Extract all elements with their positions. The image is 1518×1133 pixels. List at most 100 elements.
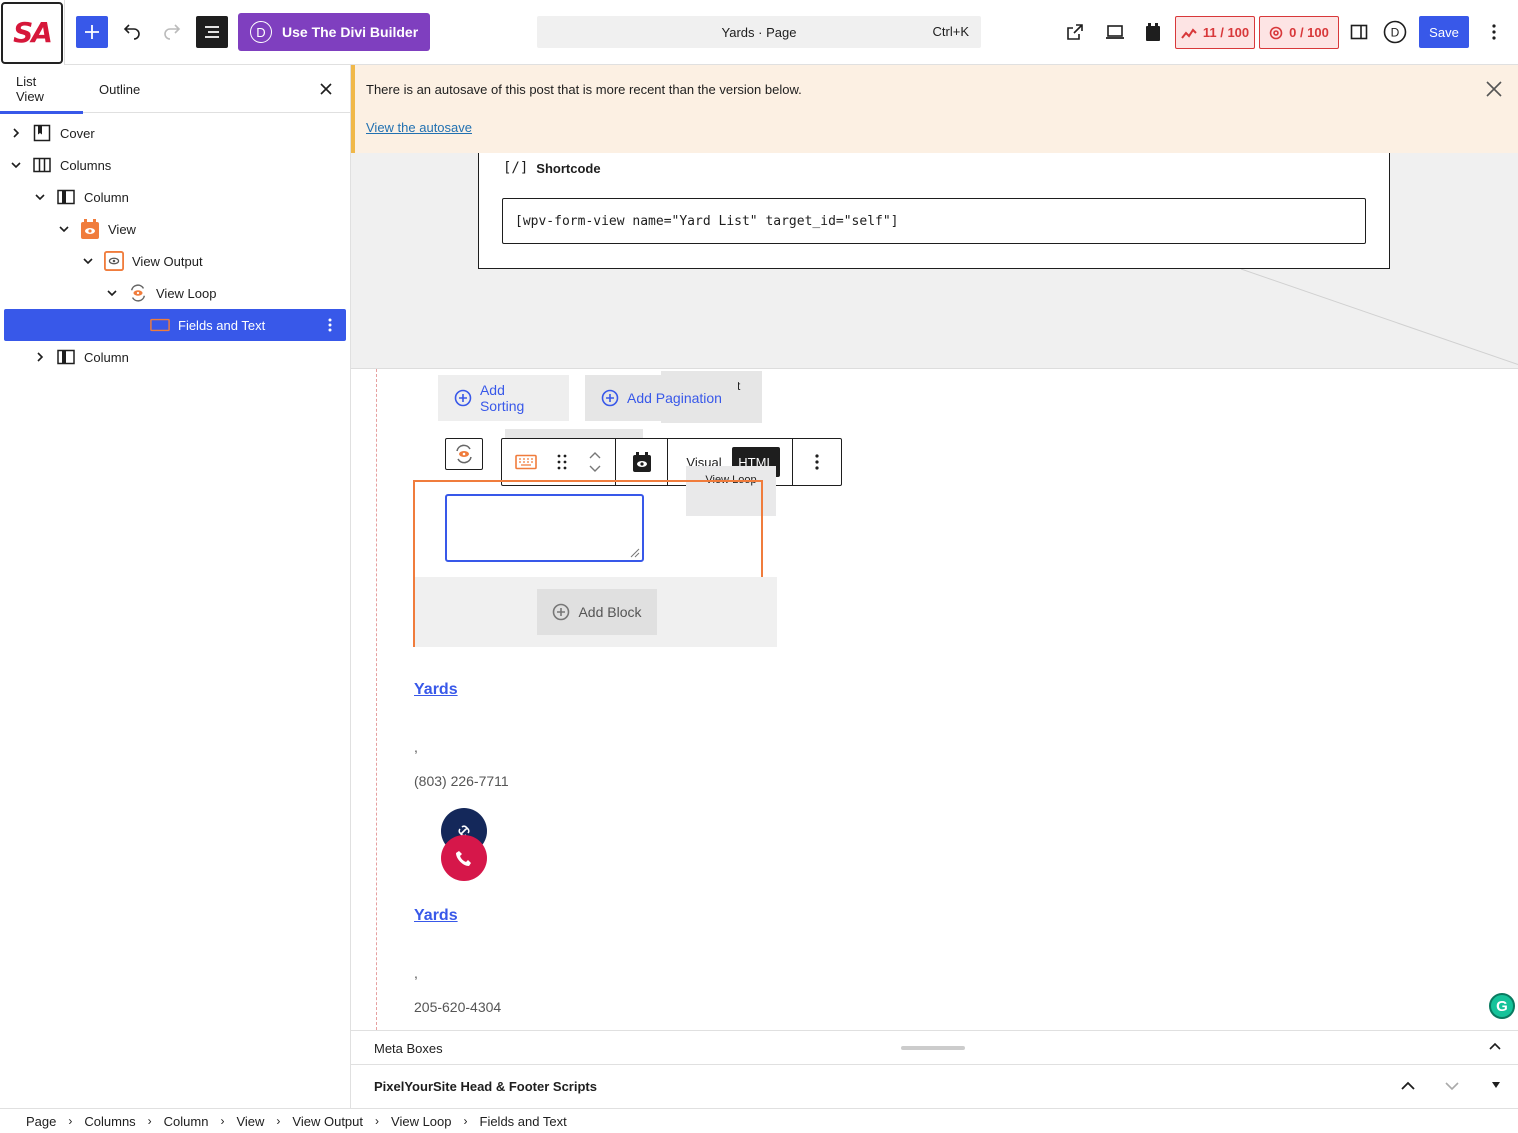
- command-palette-trigger[interactable]: Yards · Page Ctrl+K: [537, 16, 981, 48]
- html-textarea[interactable]: [445, 494, 644, 562]
- readability-score-badge[interactable]: 0 / 100: [1259, 16, 1339, 49]
- cover-block-icon: [32, 123, 52, 143]
- list-item-column[interactable]: Column: [32, 181, 129, 213]
- resize-handle[interactable]: [901, 1046, 965, 1050]
- phone-call-icon[interactable]: [441, 835, 487, 881]
- breadcrumb-separator-icon: ›: [147, 1114, 152, 1128]
- list-item-columns[interactable]: Columns: [8, 149, 111, 181]
- breadcrumb-view-output[interactable]: View Output: [292, 1114, 363, 1129]
- undo-button[interactable]: [118, 16, 146, 48]
- chevron-right-icon[interactable]: [8, 125, 24, 141]
- chevron-down-icon[interactable]: [56, 221, 72, 237]
- post-title-link[interactable]: Yards: [414, 681, 458, 699]
- dismiss-notice-button[interactable]: [1484, 79, 1504, 99]
- save-button[interactable]: Save: [1419, 16, 1469, 48]
- chevron-right-icon[interactable]: [32, 349, 48, 365]
- site-logo[interactable]: SA: [0, 0, 65, 65]
- chevron-down-icon[interactable]: [8, 157, 24, 173]
- seo-score-value: 11 / 100: [1202, 25, 1250, 40]
- list-item-label: Column: [84, 189, 129, 205]
- toggle-panel-button[interactable]: [1491, 1081, 1501, 1089]
- list-item-view[interactable]: View: [56, 213, 136, 245]
- move-up-button[interactable]: [1400, 1079, 1416, 1093]
- block-type-button[interactable]: [508, 439, 544, 485]
- column-guide: [376, 369, 377, 1030]
- close-sidebar-button[interactable]: [316, 79, 336, 99]
- list-item-fields-and-text[interactable]: Fields and Text: [4, 309, 346, 341]
- view-output-area: [/] Shortcode [wpv-form-view name="Yard …: [351, 153, 1518, 369]
- plus-circle-icon: [601, 389, 619, 407]
- breadcrumb-separator-icon: ›: [68, 1114, 73, 1128]
- block-options-icon[interactable]: [320, 315, 340, 335]
- chevron-down-icon[interactable]: [80, 253, 96, 269]
- post-title-link[interactable]: Yards: [414, 907, 458, 925]
- breadcrumb-view-loop[interactable]: View Loop: [391, 1114, 451, 1129]
- chevron-down-icon[interactable]: [104, 285, 120, 301]
- view-autosave-link[interactable]: View the autosave: [366, 120, 472, 135]
- list-item-label: View Loop: [156, 285, 217, 301]
- chevron-up-icon: [1401, 1081, 1415, 1090]
- redo-icon: [164, 24, 181, 40]
- post-address: ,: [414, 965, 418, 981]
- list-item-cover[interactable]: Cover: [8, 117, 95, 149]
- list-item-view-output[interactable]: View Output: [80, 245, 203, 277]
- fields-and-text-block[interactable]: Add Block: [413, 480, 777, 647]
- toolset-button[interactable]: [1137, 16, 1169, 48]
- breadcrumb-separator-icon: ›: [375, 1114, 380, 1128]
- columns-block-icon: [32, 155, 52, 175]
- tab-list-view[interactable]: List View: [0, 65, 83, 114]
- add-pagination-label: Add Pagination: [627, 390, 722, 406]
- list-item-column[interactable]: Column: [32, 341, 129, 373]
- tab-outline[interactable]: Outline: [83, 65, 156, 113]
- document-overview-button[interactable]: [196, 16, 228, 48]
- add-pagination-button[interactable]: Add Pagination: [585, 375, 738, 421]
- chevron-down-icon[interactable]: [32, 189, 48, 205]
- move-down-button[interactable]: [1444, 1079, 1460, 1093]
- select-parent-view-loop-button[interactable]: [445, 438, 483, 470]
- view-block-icon: [80, 219, 100, 239]
- breadcrumb-column[interactable]: Column: [164, 1114, 209, 1129]
- toolset-view-button[interactable]: [616, 439, 668, 485]
- options-menu-button[interactable]: [1478, 16, 1510, 48]
- resize-handle-icon: [630, 548, 640, 558]
- keyboard-icon: [515, 454, 537, 470]
- add-sorting-button[interactable]: Add Sorting: [438, 375, 569, 421]
- seo-score-badge[interactable]: 11 / 100: [1175, 16, 1255, 49]
- block-breadcrumb: Page › Columns › Column › View › View Output…: [0, 1108, 1518, 1133]
- drag-handle[interactable]: [548, 439, 576, 485]
- redo-button[interactable]: [158, 16, 186, 48]
- add-block-inserter-button[interactable]: [76, 16, 108, 48]
- fields-and-text-icon: [150, 315, 170, 335]
- breadcrumb-columns[interactable]: Columns: [84, 1114, 135, 1129]
- shortcode-input[interactable]: [wpv-form-view name="Yard List" target_i…: [502, 198, 1366, 244]
- divi-options-button[interactable]: D: [1379, 16, 1411, 48]
- shortcode-block[interactable]: [/] Shortcode [wpv-form-view name="Yard …: [478, 153, 1390, 269]
- settings-sidebar-toggle[interactable]: [1343, 16, 1375, 48]
- breadcrumb-view[interactable]: View: [236, 1114, 264, 1129]
- undo-icon: [123, 24, 140, 40]
- use-divi-builder-button[interactable]: D Use The Divi Builder: [238, 13, 430, 51]
- list-item-label: Column: [84, 349, 129, 365]
- svg-text:D: D: [1391, 26, 1400, 40]
- view-page-button[interactable]: [1059, 16, 1091, 48]
- shortcode-header: [/] Shortcode: [503, 160, 601, 176]
- chevron-down-icon: [589, 465, 601, 472]
- list-item-label: Cover: [60, 125, 95, 141]
- editor-canvas: [/] Shortcode [wpv-form-view name="Yard …: [351, 153, 1518, 1030]
- autosave-notice: There is an autosave of this post that i…: [351, 65, 1518, 153]
- more-options-button[interactable]: [793, 439, 841, 485]
- breadcrumb-page[interactable]: Page: [26, 1114, 56, 1129]
- post-phone: 205-620-4304: [414, 999, 502, 1015]
- list-item-view-loop[interactable]: View Loop: [104, 277, 216, 309]
- divi-button-label: Use The Divi Builder: [282, 24, 419, 40]
- move-buttons[interactable]: [582, 439, 608, 485]
- toolset-view-icon: [633, 452, 651, 472]
- chevron-down-icon: [1445, 1082, 1459, 1091]
- breadcrumb-separator-icon: ›: [463, 1114, 468, 1128]
- column-block-icon: [56, 347, 76, 367]
- add-block-button[interactable]: Add Block: [537, 589, 657, 635]
- drag-handle-icon: [557, 454, 567, 470]
- preview-device-button[interactable]: [1099, 16, 1131, 48]
- collapse-meta-boxes-button[interactable]: [1488, 1040, 1502, 1054]
- grammarly-icon[interactable]: G: [1489, 993, 1515, 1019]
